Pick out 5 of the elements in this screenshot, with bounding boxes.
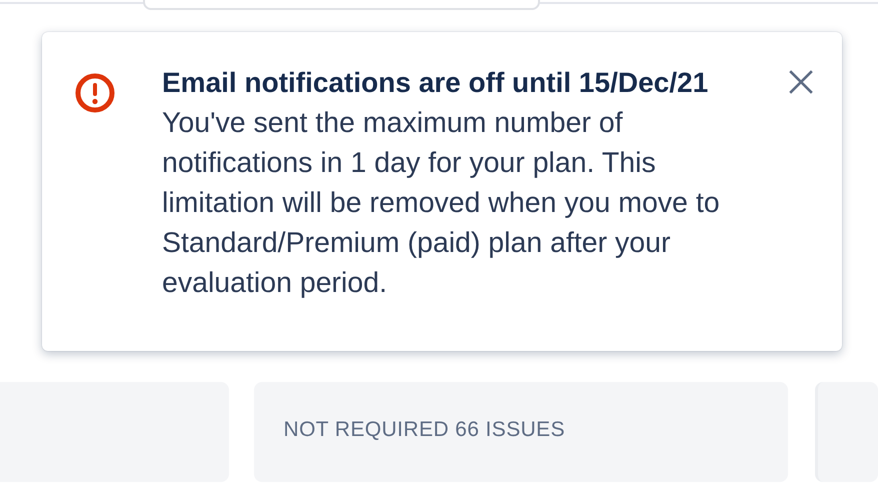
close-button[interactable] [788, 69, 814, 95]
notification-title: Email notifications are off until 15/Dec/21 [162, 66, 710, 100]
column-title: NOT REQUIRED 66 ISSUES [284, 418, 566, 442]
notification-message: You've sent the maximum number of notifications in 1 day for your plan. This limitation will be removed when you move to Standard/Premium (paid) plan after your evaluation period. [162, 106, 721, 301]
error-icon [75, 73, 115, 113]
